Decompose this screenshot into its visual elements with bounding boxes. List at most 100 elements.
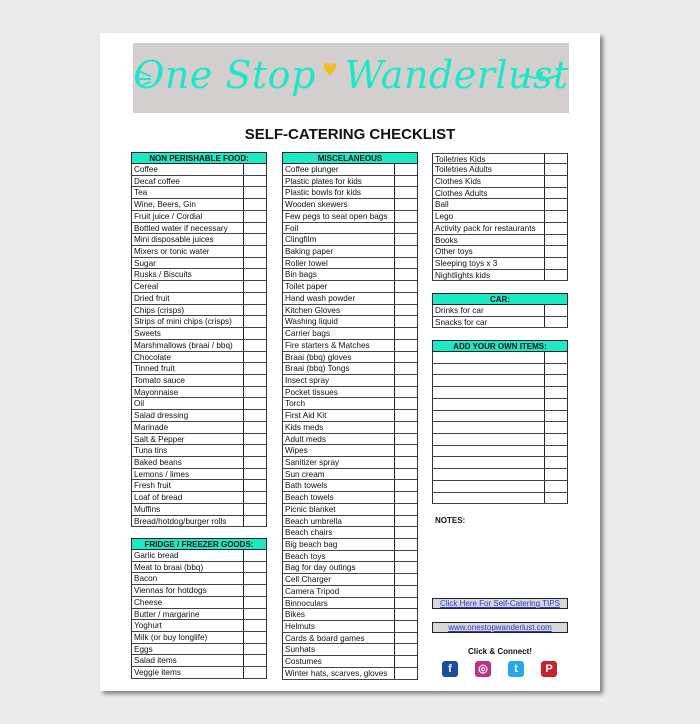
checkbox-cell[interactable] xyxy=(244,211,266,222)
checkbox-cell[interactable] xyxy=(244,246,266,257)
checkbox-cell[interactable] xyxy=(244,340,266,351)
checkbox-cell[interactable] xyxy=(395,562,417,573)
checkbox-cell[interactable] xyxy=(244,352,266,363)
checkbox-cell[interactable] xyxy=(395,316,417,327)
checkbox-cell[interactable] xyxy=(545,422,567,433)
checkbox-cell[interactable] xyxy=(395,223,417,234)
checkbox-cell[interactable] xyxy=(395,363,417,374)
checkbox-cell[interactable] xyxy=(244,445,266,456)
checkbox-cell[interactable] xyxy=(545,457,567,468)
checkbox-cell[interactable] xyxy=(395,480,417,491)
item-label[interactable] xyxy=(433,387,545,398)
checkbox-cell[interactable] xyxy=(395,539,417,550)
item-label[interactable] xyxy=(433,375,545,387)
checkbox-cell[interactable] xyxy=(545,493,567,504)
checkbox-cell[interactable] xyxy=(244,410,266,421)
checkbox-cell[interactable] xyxy=(545,188,567,199)
checkbox-cell[interactable] xyxy=(244,562,266,573)
checkbox-cell[interactable] xyxy=(545,305,567,316)
checkbox-cell[interactable] xyxy=(395,504,417,515)
checkbox-cell[interactable] xyxy=(244,492,266,503)
checkbox-cell[interactable] xyxy=(395,644,417,655)
checkbox-cell[interactable] xyxy=(244,223,266,234)
checkbox-cell[interactable] xyxy=(395,457,417,468)
checkbox-cell[interactable] xyxy=(395,187,417,198)
checkbox-cell[interactable] xyxy=(545,411,567,422)
checkbox-cell[interactable] xyxy=(395,164,417,175)
checkbox-cell[interactable] xyxy=(244,269,266,280)
checkbox-cell[interactable] xyxy=(244,644,266,655)
checkbox-cell[interactable] xyxy=(395,469,417,480)
checkbox-cell[interactable] xyxy=(395,492,417,503)
checkbox-cell[interactable] xyxy=(244,293,266,304)
checkbox-cell[interactable] xyxy=(395,352,417,363)
item-label[interactable] xyxy=(433,480,545,492)
checkbox-cell[interactable] xyxy=(395,422,417,433)
checkbox-cell[interactable] xyxy=(545,434,567,445)
instagram-icon[interactable]: ◎ xyxy=(475,661,491,677)
checkbox-cell[interactable] xyxy=(395,598,417,609)
checkbox-cell[interactable] xyxy=(545,399,567,410)
checkbox-cell[interactable] xyxy=(395,621,417,632)
checkbox-cell[interactable] xyxy=(395,668,417,679)
checkbox-cell[interactable] xyxy=(395,211,417,222)
item-label[interactable] xyxy=(433,445,545,457)
checkbox-cell[interactable] xyxy=(545,375,567,386)
item-label[interactable] xyxy=(433,492,545,504)
checkbox-cell[interactable] xyxy=(545,352,567,363)
checkbox-cell[interactable] xyxy=(244,620,266,631)
checkbox-cell[interactable] xyxy=(244,655,266,666)
checkbox-cell[interactable] xyxy=(244,398,266,409)
checkbox-cell[interactable] xyxy=(244,234,266,245)
checkbox-cell[interactable] xyxy=(395,269,417,280)
checkbox-cell[interactable] xyxy=(545,364,567,375)
checkbox-cell[interactable] xyxy=(545,469,567,480)
checkbox-cell[interactable] xyxy=(244,187,266,198)
checkbox-cell[interactable] xyxy=(244,363,266,374)
item-label[interactable] xyxy=(433,457,545,469)
checkbox-cell[interactable] xyxy=(244,597,266,608)
item-label[interactable] xyxy=(433,410,545,422)
checkbox-cell[interactable] xyxy=(244,585,266,596)
checkbox-cell[interactable] xyxy=(395,234,417,245)
checkbox-cell[interactable] xyxy=(545,199,567,210)
checkbox-cell[interactable] xyxy=(395,551,417,562)
checkbox-cell[interactable] xyxy=(244,375,266,386)
checkbox-cell[interactable] xyxy=(395,281,417,292)
checkbox-cell[interactable] xyxy=(545,154,567,164)
checkbox-cell[interactable] xyxy=(545,246,567,257)
checkbox-cell[interactable] xyxy=(395,434,417,445)
checkbox-cell[interactable] xyxy=(395,305,417,316)
tips-link[interactable]: Click Here For Self-Catering TIPS xyxy=(432,598,568,609)
checkbox-cell[interactable] xyxy=(395,574,417,585)
website-link[interactable]: www.onestopwanderlust.com xyxy=(432,622,568,633)
checkbox-cell[interactable] xyxy=(395,398,417,409)
pinterest-icon[interactable]: P xyxy=(541,661,557,677)
checkbox-cell[interactable] xyxy=(395,656,417,667)
checkbox-cell[interactable] xyxy=(395,258,417,269)
checkbox-cell[interactable] xyxy=(395,387,417,398)
item-label[interactable] xyxy=(433,434,545,445)
item-label[interactable] xyxy=(433,469,545,480)
checkbox-cell[interactable] xyxy=(244,422,266,433)
checkbox-cell[interactable] xyxy=(395,375,417,386)
checkbox-cell[interactable] xyxy=(395,516,417,527)
checkbox-cell[interactable] xyxy=(244,316,266,327)
checkbox-cell[interactable] xyxy=(395,445,417,456)
item-label[interactable] xyxy=(433,398,545,410)
checkbox-cell[interactable] xyxy=(545,387,567,398)
item-label[interactable] xyxy=(433,422,545,434)
checkbox-cell[interactable] xyxy=(545,317,567,328)
checkbox-cell[interactable] xyxy=(244,328,266,339)
checkbox-cell[interactable] xyxy=(244,434,266,445)
twitter-icon[interactable]: t xyxy=(508,661,524,677)
checkbox-cell[interactable] xyxy=(395,340,417,351)
checkbox-cell[interactable] xyxy=(395,609,417,620)
checkbox-cell[interactable] xyxy=(395,527,417,538)
item-label[interactable] xyxy=(433,363,545,375)
checkbox-cell[interactable] xyxy=(244,480,266,491)
checkbox-cell[interactable] xyxy=(545,446,567,457)
checkbox-cell[interactable] xyxy=(545,258,567,269)
checkbox-cell[interactable] xyxy=(545,481,567,492)
checkbox-cell[interactable] xyxy=(244,516,266,527)
